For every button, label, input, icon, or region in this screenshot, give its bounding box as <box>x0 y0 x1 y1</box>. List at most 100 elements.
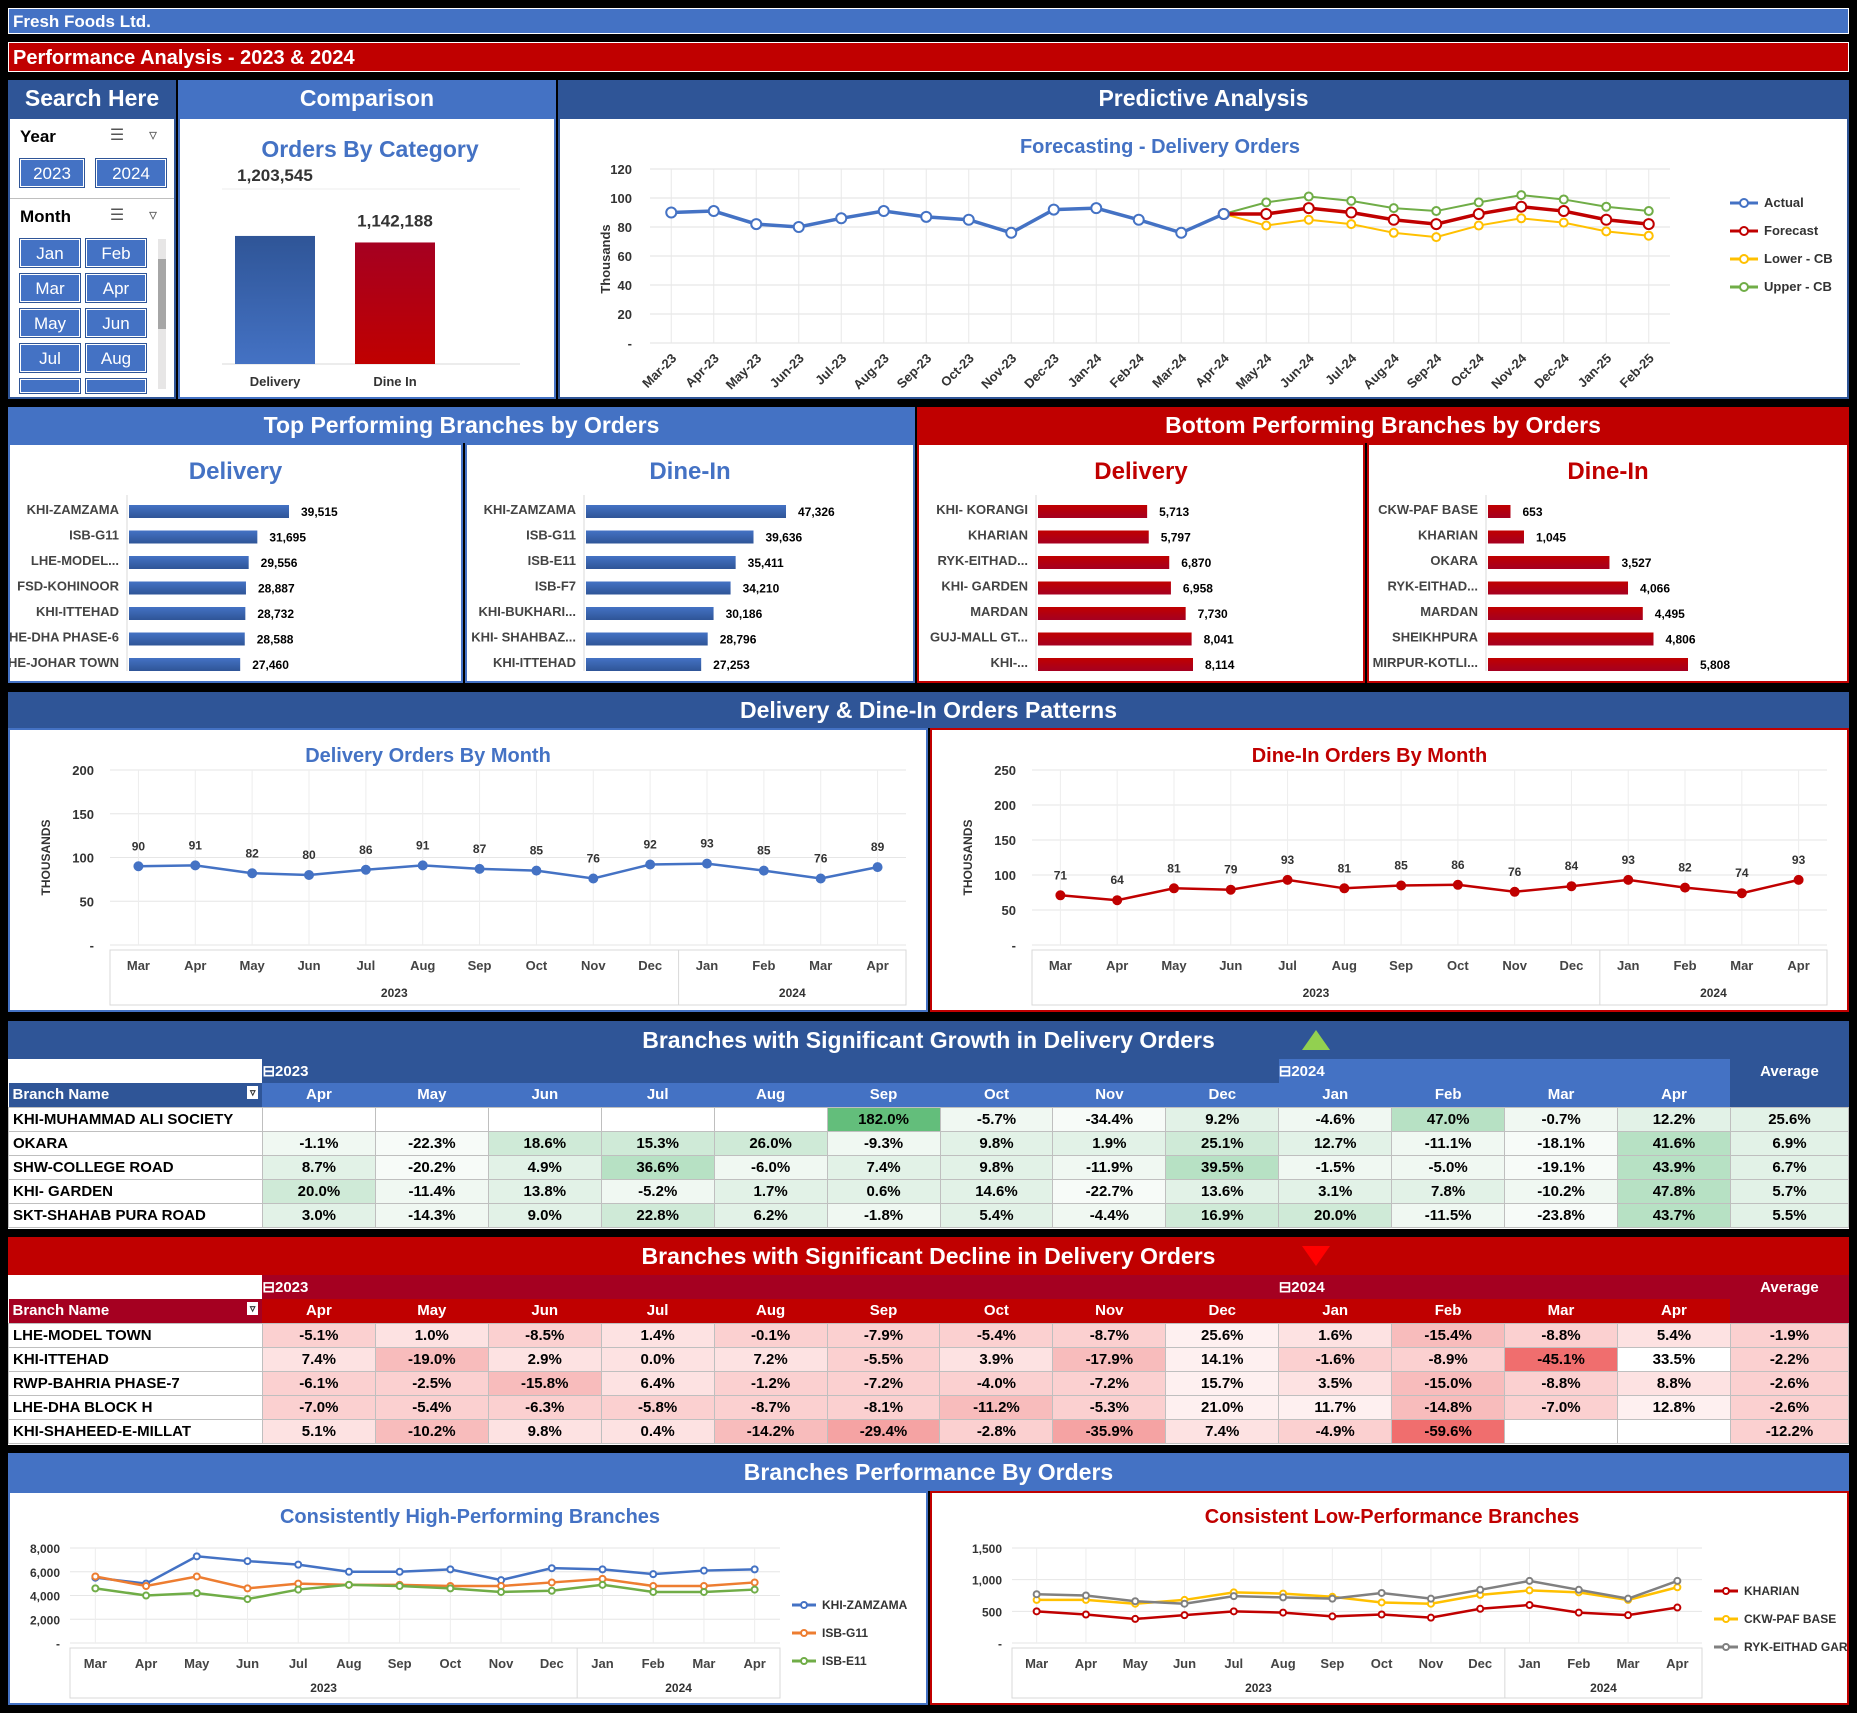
slicer-month-jan[interactable]: Jan <box>20 239 80 267</box>
value-cell: 8.8% <box>1616 1370 1731 1396</box>
x-tick-label: Jun-23 <box>767 351 807 391</box>
x-tick-label: Feb <box>752 958 775 973</box>
collapse-icon[interactable]: ⊟ <box>1279 1063 1292 1080</box>
y-tick-label: 50 <box>80 894 94 909</box>
value-cell: -9.3% <box>826 1130 941 1156</box>
month-header: Nov <box>1052 1299 1166 1323</box>
data-label: 6,958 <box>1183 582 1213 596</box>
year-group-2024[interactable]: ⊟2024 <box>1278 1059 1731 1083</box>
filter-icon[interactable]: ▿ <box>246 1086 259 1100</box>
value-cell: 25.1% <box>1165 1130 1280 1156</box>
series-point <box>1558 194 1569 205</box>
x-tick-label: Sep <box>1389 958 1413 973</box>
multi-select-icon[interactable]: ☰ <box>106 125 128 147</box>
data-label: 82 <box>245 846 259 860</box>
data-label: 28,732 <box>257 607 294 621</box>
x-tick-label: Feb <box>1673 958 1696 973</box>
series-point <box>1426 1594 1435 1603</box>
x-tick-label: Dec-24 <box>1531 350 1572 391</box>
series-point <box>1388 203 1399 214</box>
value-cell: 7.2% <box>713 1346 828 1372</box>
series-point <box>1516 190 1527 201</box>
chart-title: Consistent Low-Performance Branches <box>1205 1506 1580 1528</box>
slicer-month-jul[interactable]: Jul <box>20 344 80 372</box>
branch-name-header[interactable]: Branch Name ▿ <box>8 1299 263 1323</box>
clear-filter-icon[interactable]: ▿ <box>142 205 164 227</box>
x-tick-label: Apr <box>743 1656 765 1671</box>
value-cell: 7.4% <box>1165 1418 1280 1444</box>
slicer-month-mar[interactable]: Mar <box>20 274 80 302</box>
bar-3 <box>1038 581 1171 595</box>
x-tick-label: Mar <box>1617 1656 1640 1671</box>
clear-filter-icon[interactable]: ▿ <box>142 125 164 147</box>
series-point <box>1566 881 1577 892</box>
data-label: 5,797 <box>1161 531 1191 545</box>
series-point <box>1005 226 1018 239</box>
x-tick-label: Apr <box>184 958 206 973</box>
year-label: 2023 <box>1245 1681 1272 1695</box>
value-cell <box>487 1106 602 1132</box>
slicer-month-may[interactable]: May <box>20 309 80 337</box>
slicer-month-jun[interactable]: Jun <box>86 309 146 337</box>
year-group-2024[interactable]: ⊟2024 <box>1278 1275 1731 1299</box>
series-point <box>1623 874 1634 885</box>
x-tick-label: Apr <box>866 958 888 973</box>
predictive-panel: Forecasting - Delivery Orders - 20 40 60 80 10… <box>558 117 1849 399</box>
slicer-year-2023[interactable]: 2023 <box>20 159 84 187</box>
slicer-month-partial[interactable] <box>86 379 146 393</box>
slicer-month-feb[interactable]: Feb <box>86 239 146 267</box>
slicer-month-apr[interactable]: Apr <box>86 274 146 302</box>
value-cell: 41.6% <box>1617 1130 1731 1156</box>
y-tick-label: 1,000 <box>972 1574 1002 1588</box>
value-cell: -14.3% <box>374 1202 489 1228</box>
slicer-month-partial[interactable] <box>20 379 80 393</box>
y-tick-label: - <box>998 1637 1002 1651</box>
series-point <box>1452 879 1463 890</box>
average-cell: 25.6% <box>1729 1106 1850 1132</box>
month-header: Dec <box>1165 1299 1279 1323</box>
value-cell: -8.8% <box>1504 1322 1618 1348</box>
collapse-icon[interactable]: ⊟ <box>262 1063 275 1080</box>
category-label: KHARIAN <box>968 528 1028 543</box>
table-row: LHE-MODEL TOWN -5.1% 1.0% -8.5% 1.4% -0.1% -7.… <box>8 1322 1850 1348</box>
value-cell: -5.4% <box>374 1394 489 1420</box>
patterns-header: Delivery & Dine-In Orders Patterns <box>8 692 1849 728</box>
year-group-2023[interactable]: ⊟2023 <box>262 1059 1279 1083</box>
series-point <box>1328 1612 1337 1621</box>
multi-select-icon[interactable]: ☰ <box>106 205 128 227</box>
data-label: 91 <box>189 838 203 852</box>
series-point <box>1090 202 1103 215</box>
value-cell: -5.0% <box>1391 1154 1506 1180</box>
data-label: 81 <box>1338 861 1352 875</box>
value-cell: 4.9% <box>487 1154 602 1180</box>
legend-marker <box>1722 1587 1730 1595</box>
value-cell: 36.6% <box>600 1154 715 1180</box>
filter-icon[interactable]: ▿ <box>246 1302 259 1316</box>
year-group-2023[interactable]: ⊟2023 <box>262 1275 1279 1299</box>
y-tick-label: 50 <box>1002 903 1016 918</box>
slicer-month-aug[interactable]: Aug <box>86 344 146 372</box>
category-label: MARDAN <box>1420 604 1478 619</box>
category-label: RYK-EITHAD... <box>937 553 1028 568</box>
series-point <box>1624 1611 1633 1620</box>
value-cell: -22.3% <box>374 1130 489 1156</box>
collapse-icon[interactable]: ⊟ <box>262 1279 275 1296</box>
slicer-scrollbar[interactable] <box>158 239 166 389</box>
data-label: 8,114 <box>1205 658 1235 672</box>
slicer-year-2024[interactable]: 2024 <box>96 159 166 187</box>
growth-header: Branches with Significant Growth in Deli… <box>8 1021 1849 1059</box>
series-point <box>1261 197 1272 208</box>
branch-name-header[interactable]: Branch Name ▿ <box>8 1083 263 1107</box>
top-dinein-panel: Dine-In KHI-ZAMZAMA 47,326 ISB-G11 39,636 ISB… <box>465 443 915 683</box>
collapse-icon[interactable]: ⊟ <box>1279 1279 1292 1296</box>
series-point <box>1279 1593 1288 1602</box>
series-point <box>1525 1576 1534 1585</box>
series-point <box>1112 895 1123 906</box>
series-point <box>1516 213 1527 224</box>
value-cell: -11.2% <box>939 1394 1054 1420</box>
value-cell <box>261 1106 376 1132</box>
y-tick-label: 200 <box>994 798 1016 813</box>
data-label: 85 <box>757 844 771 858</box>
value-cell: 12.7% <box>1278 1130 1393 1156</box>
chart-title: Dine-In <box>1567 458 1648 485</box>
